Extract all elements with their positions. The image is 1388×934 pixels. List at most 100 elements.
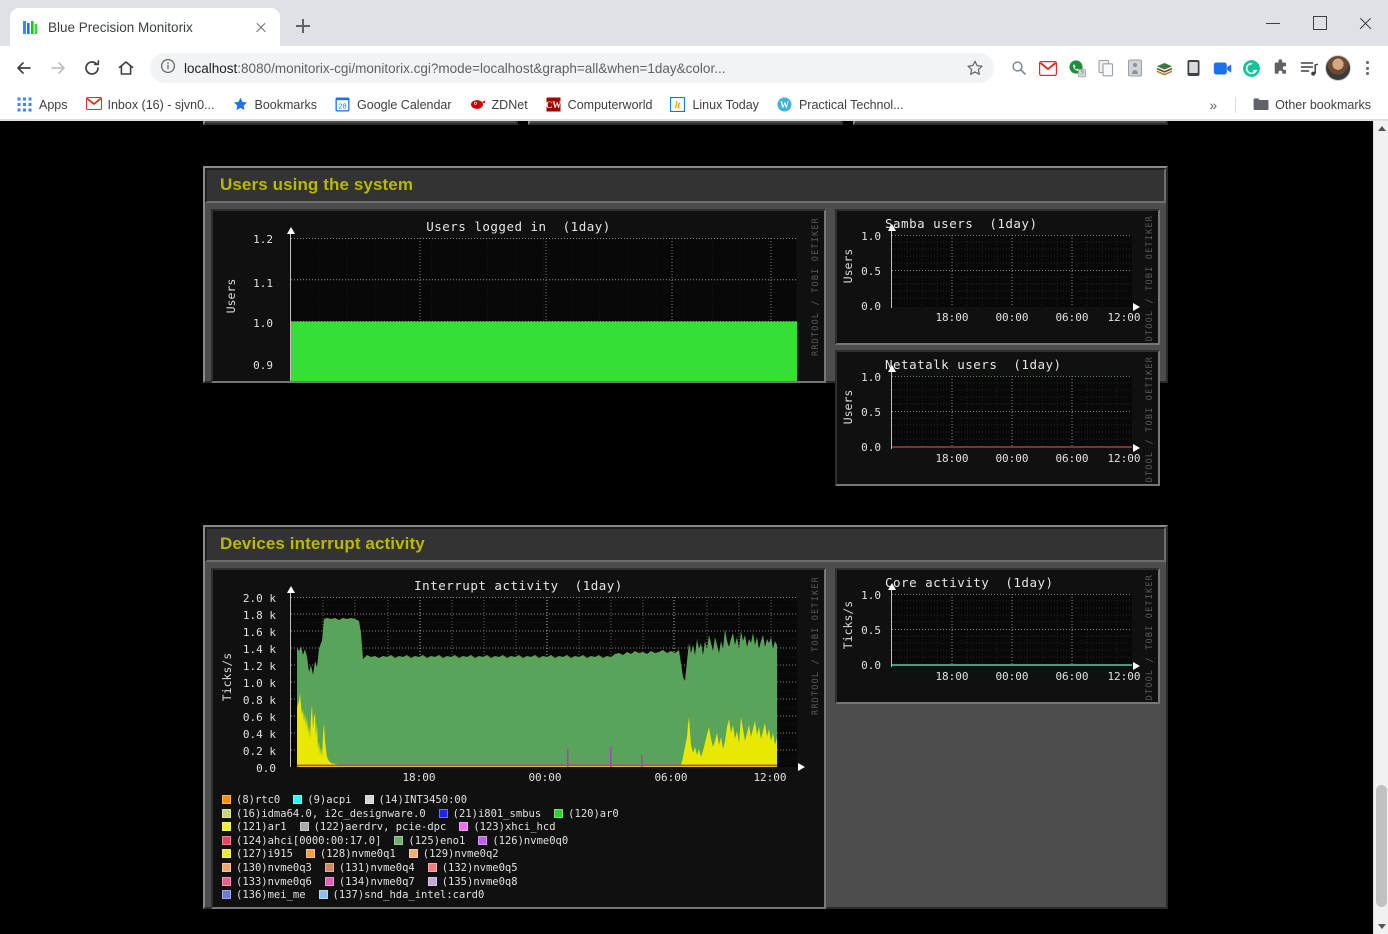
minimize-button[interactable]: [1250, 0, 1296, 46]
bookmark-inbox[interactable]: Inbox (16) - sjvn0...: [79, 94, 222, 116]
video-extension-icon[interactable]: [1209, 55, 1235, 81]
x-tick: 00:00: [982, 311, 1042, 324]
other-bookmarks-label: Other bookmarks: [1275, 98, 1371, 112]
rrdtool-watermark: RRDTOOL / TOBI OETIKER: [1145, 215, 1155, 343]
legend-item: (123)xhci_hcd: [459, 821, 555, 835]
back-arrow-icon[interactable]: [8, 52, 40, 84]
kebab-menu-icon[interactable]: [1354, 55, 1380, 81]
books-extension-icon[interactable]: [1151, 55, 1177, 81]
info-circle-icon[interactable]: [160, 58, 176, 79]
computerworld-icon: CW: [546, 97, 562, 113]
reader-extension-icon[interactable]: [1122, 55, 1148, 81]
maximize-button[interactable]: [1296, 0, 1342, 46]
gmail-extension-icon[interactable]: [1035, 55, 1061, 81]
bookmark-linux-today[interactable]: lt Linux Today: [663, 94, 766, 116]
x-tick: 06:00: [641, 771, 701, 784]
legend-swatch: [222, 890, 231, 899]
playlist-extension-icon[interactable]: [1296, 55, 1322, 81]
x-tick: 18:00: [922, 311, 982, 324]
chart-title: Samba users (1day): [885, 216, 1140, 231]
graph-core-activity[interactable]: Core activity (1day) Ticks/s 1.0 0.5 0.0: [835, 568, 1160, 704]
url-host: localhost: [184, 61, 237, 76]
plot-area: [291, 238, 797, 381]
y-axis-arrow-icon: [287, 227, 295, 234]
section-body: Users logged in (1day) Users 1.2 1.1 1.0…: [205, 203, 1166, 494]
url-rest: :8080/monitorix-cgi/monitorix.cgi?mode=l…: [237, 61, 725, 76]
browser-tab[interactable]: Blue Precision Monitorix: [10, 8, 280, 46]
x-tick: 18:00: [389, 771, 449, 784]
bookmark-google-calendar[interactable]: 28 Google Calendar: [328, 94, 459, 116]
legend-item: (128)nvme0q1: [306, 848, 396, 862]
graph-users-logged-in[interactable]: Users logged in (1day) Users 1.2 1.1 1.0…: [211, 209, 826, 383]
plot-area: [892, 376, 1132, 448]
legend-swatch: [428, 877, 437, 886]
scrollbar-thumb[interactable]: [1376, 785, 1387, 907]
star-icon[interactable]: [966, 59, 984, 77]
graph-interrupt-activity[interactable]: Interrupt activity (1day) Ticks/s 2.0 k …: [211, 568, 826, 909]
legend-item: (133)nvme0q6: [222, 876, 312, 890]
rrdtool-watermark: RRDTOOL / TOBI OETIKER: [1145, 356, 1155, 484]
bookmarks-overflow-button[interactable]: »: [1201, 94, 1225, 116]
phone-extension-icon[interactable]: ?: [1064, 55, 1090, 81]
bookmark-apps[interactable]: Apps: [10, 94, 75, 116]
stat-key: Current:: [1141, 482, 1158, 484]
clipped-network-panels: Input Output Input Output Input Output: [203, 121, 1168, 125]
y-tick: 1.0: [847, 230, 881, 243]
scroll-down-arrow-icon[interactable]: [1374, 919, 1388, 934]
folder-icon: [1253, 97, 1269, 113]
legend-row: (124)ahci[0000:00:17.0](125)eno1(126)nvm…: [222, 835, 632, 849]
x-tick: 06:00: [1042, 452, 1102, 465]
legend-item: (135)nvme0q8: [428, 876, 518, 890]
pocket-extension-icon[interactable]: [1180, 55, 1206, 81]
home-icon[interactable]: [110, 52, 142, 84]
interrupt-legend: (8)rtc0(9)acpi(14)INT3450:00 (16)idma64.…: [222, 794, 632, 903]
reload-icon[interactable]: [76, 52, 108, 84]
bookmark-bookmarks[interactable]: Bookmarks: [226, 94, 325, 116]
avatar[interactable]: [1325, 55, 1351, 81]
legend-row: (8)rtc0(9)acpi(14)INT3450:00: [222, 794, 632, 808]
graph-netatalk-users[interactable]: Netatalk users (1day) Users 1.0 0.5 0.0: [835, 350, 1160, 486]
address-bar[interactable]: localhost:8080/monitorix-cgi/monitorix.c…: [150, 53, 994, 83]
right-graph-column: Samba users (1day) Users 1.0 0.5 0.0: [835, 209, 1160, 486]
grammarly-extension-icon[interactable]: [1238, 55, 1264, 81]
tab-close-icon[interactable]: [251, 17, 271, 37]
x-tick: 00:00: [982, 670, 1042, 683]
legend-swatch: [306, 849, 315, 858]
x-tick: 12:00: [740, 771, 800, 784]
y-tick: 1.2: [231, 233, 273, 246]
y-tick: 1.0: [847, 371, 881, 384]
puzzle-extensions-icon[interactable]: [1267, 55, 1293, 81]
bookmark-computerworld[interactable]: CW Computerworld: [539, 94, 660, 116]
y-tick: 0.0: [847, 659, 881, 672]
rrdtool-watermark: RRDTOOL / TOBI OETIKER: [1145, 574, 1155, 702]
other-bookmarks-folder[interactable]: Other bookmarks: [1246, 94, 1378, 116]
page-scrollbar[interactable]: [1373, 121, 1388, 934]
bookmark-label: Computerworld: [568, 98, 653, 112]
bookmark-label: Bookmarks: [255, 98, 318, 112]
plot-area: [892, 235, 1132, 307]
y-tick: 0.2 k: [219, 745, 276, 758]
bookmarks-divider: [1235, 97, 1236, 113]
monitorix-page: Input Output Input Output Input Output: [0, 121, 1373, 934]
forward-arrow-icon[interactable]: [42, 52, 74, 84]
bookmark-zdnet[interactable]: ZDNet: [463, 94, 535, 116]
extension-icons: ?: [1002, 55, 1380, 81]
x-tick: 18:00: [922, 452, 982, 465]
y-tick: 2.0 k: [219, 592, 276, 605]
new-tab-button[interactable]: [288, 11, 318, 41]
gmail-icon: [86, 97, 102, 113]
copy-extension-icon[interactable]: [1093, 55, 1119, 81]
bookmark-practical-technology[interactable]: W Practical Technol...: [770, 94, 911, 116]
close-window-button[interactable]: [1342, 0, 1388, 46]
graph-samba-users[interactable]: Samba users (1day) Users 1.0 0.5 0.0: [835, 209, 1160, 345]
legend-swatch: [319, 890, 328, 899]
legend-row: (133)nvme0q6(134)nvme0q7(135)nvme0q8: [222, 876, 632, 890]
scroll-up-arrow-icon[interactable]: [1374, 121, 1388, 136]
x-axis-arrow-icon: [1133, 662, 1140, 670]
bookmark-label: Apps: [39, 98, 68, 112]
wordpress-icon: W: [777, 97, 793, 113]
section-title: Devices interrupt activity: [205, 527, 1166, 562]
legend-swatch: [222, 836, 231, 845]
legend-row: (127)i915(128)nvme0q1(129)nvme0q2: [222, 848, 632, 862]
search-extension-icon[interactable]: [1006, 55, 1032, 81]
